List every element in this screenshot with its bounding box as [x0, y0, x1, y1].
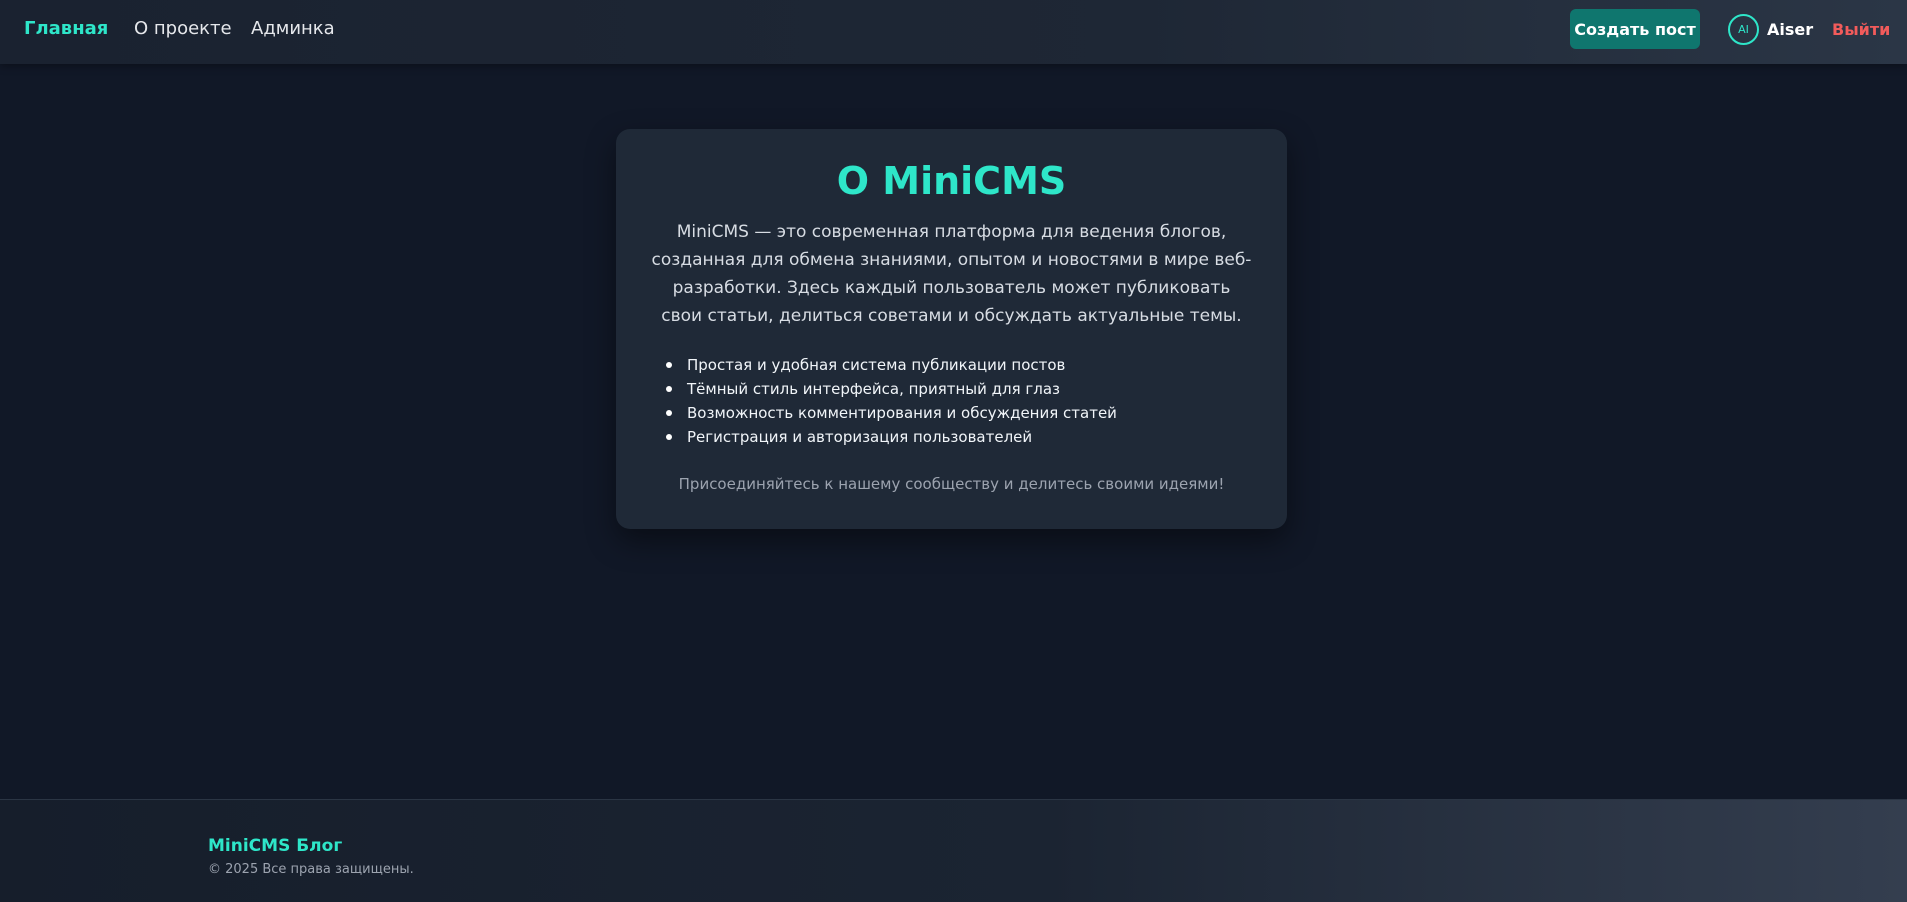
top-navigation-bar: Главная О проекте Админка Создать пост A… [0, 0, 1907, 64]
footer-copyright: © 2025 Все права защищены. [208, 862, 414, 877]
page-footer: MiniCMS Блог © 2025 Все права защищены. [0, 799, 1907, 902]
footer-brand: MiniCMS Блог [208, 836, 343, 856]
user-avatar[interactable]: AI [1728, 14, 1759, 45]
about-title: О MiniCMS [836, 159, 1067, 203]
about-description: MiniCMS — это современная платформа для … [651, 222, 1252, 326]
nav-link-admin[interactable]: Админка [251, 18, 335, 39]
feature-item: Регистрация и авторизация пользователей [666, 425, 1271, 449]
feature-item: Простая и удобная система публикации пос… [666, 353, 1271, 377]
community-invite-text: Присоединяйтесь к нашему сообществу и де… [678, 475, 1225, 493]
username-label[interactable]: Aiser [1767, 20, 1813, 39]
nav-link-about[interactable]: О проекте [134, 18, 232, 39]
feature-item: Тёмный стиль интерфейса, приятный для гл… [666, 377, 1271, 401]
features-list: Простая и удобная система публикации пос… [666, 353, 1271, 449]
create-post-button[interactable]: Создать пост [1570, 9, 1700, 49]
nav-link-home[interactable]: Главная [24, 18, 108, 39]
about-card: О MiniCMS MiniCMS — это современная плат… [616, 129, 1287, 529]
feature-item: Возможность комментирования и обсуждения… [666, 401, 1271, 425]
logout-link[interactable]: Выйти [1832, 20, 1890, 39]
